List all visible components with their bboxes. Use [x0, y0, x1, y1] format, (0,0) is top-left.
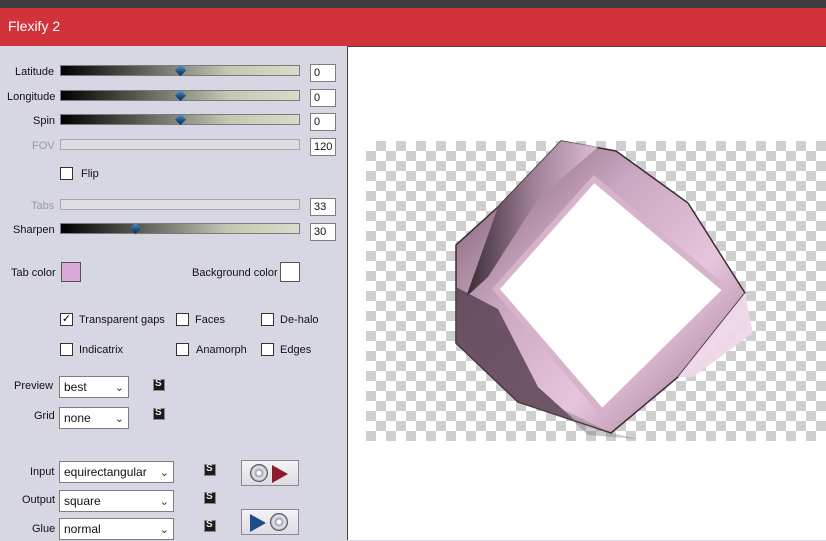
transparent-gaps-checkbox[interactable]: ✓	[60, 313, 73, 326]
input-select[interactable]: equirectangular ⌄	[59, 461, 174, 483]
anamorph-checkbox[interactable]	[176, 343, 189, 356]
latitude-slider-thumb[interactable]	[174, 64, 187, 77]
output-link-icon[interactable]	[204, 491, 216, 504]
glue-label: Glue	[32, 523, 56, 535]
indicatrix-checkbox[interactable]	[60, 343, 73, 356]
longitude-slider-thumb[interactable]	[174, 89, 187, 102]
de-halo-checkbox[interactable]	[261, 313, 274, 326]
play-arrow-icon	[250, 514, 266, 532]
preview-select[interactable]: best ⌄	[59, 376, 129, 398]
flip-label: Flip	[81, 168, 99, 180]
transparent-gaps-label: Transparent gaps	[79, 314, 165, 326]
edges-checkbox[interactable]	[261, 343, 274, 356]
tabs-slider[interactable]	[60, 199, 300, 210]
input-label: Input	[30, 466, 55, 478]
spin-value[interactable]: 0	[310, 113, 336, 131]
chevron-down-icon: ⌄	[114, 382, 124, 394]
window-title: Flexify 2	[8, 18, 61, 34]
input-select-value: equirectangular	[64, 465, 147, 479]
longitude-slider[interactable]	[60, 89, 300, 102]
latitude-label: Latitude	[15, 66, 55, 78]
fov-slider[interactable]	[60, 139, 300, 150]
sharpen-slider-thumb[interactable]	[129, 222, 142, 235]
de-halo-label: De-halo	[280, 314, 319, 326]
play-arrow-icon	[272, 465, 288, 483]
faces-label: Faces	[195, 314, 225, 326]
load-preset-button[interactable]	[241, 460, 299, 486]
indicatrix-label: Indicatrix	[79, 344, 124, 356]
edges-label: Edges	[280, 344, 312, 356]
latitude-slider[interactable]	[60, 64, 300, 77]
tab-color-label: Tab color	[11, 267, 56, 279]
tabs-value[interactable]: 33	[310, 198, 336, 216]
disc-icon	[270, 513, 288, 531]
longitude-label: Longitude	[7, 91, 56, 103]
grid-label: Grid	[34, 410, 55, 422]
anamorph-label: Anamorph	[196, 344, 247, 356]
grid-select[interactable]: none ⌄	[59, 407, 129, 429]
grid-link-icon[interactable]	[153, 407, 165, 420]
glue-select[interactable]: normal ⌄	[59, 518, 174, 540]
title-bar[interactable]: Flexify 2	[0, 8, 826, 46]
fov-value[interactable]: 120	[310, 138, 336, 156]
flip-checkbox[interactable]	[60, 167, 73, 180]
input-link-icon[interactable]	[204, 463, 216, 476]
latitude-value[interactable]: 0	[310, 64, 336, 82]
glue-link-icon[interactable]	[204, 519, 216, 532]
chevron-down-icon: ⌄	[114, 413, 124, 425]
spin-slider[interactable]	[60, 113, 300, 126]
preview-pane[interactable]	[347, 46, 826, 540]
output-label: Output	[22, 494, 56, 506]
window-top-strip	[0, 0, 826, 8]
chevron-down-icon: ⌄	[159, 496, 169, 508]
background-color-label: Background color	[192, 267, 278, 279]
sharpen-slider[interactable]	[60, 222, 300, 235]
longitude-value[interactable]: 0	[310, 89, 336, 107]
preview-select-value: best	[64, 380, 87, 394]
sharpen-label: Sharpen	[13, 224, 55, 236]
chevron-down-icon: ⌄	[159, 524, 169, 536]
spin-slider-thumb[interactable]	[174, 113, 187, 126]
glue-select-value: normal	[64, 522, 101, 536]
fov-label: FOV	[32, 140, 55, 152]
sharpen-value[interactable]: 30	[310, 223, 336, 241]
chevron-down-icon: ⌄	[159, 467, 169, 479]
grid-select-value: none	[64, 411, 91, 425]
spin-label: Spin	[33, 115, 56, 127]
tab-color-swatch[interactable]	[61, 262, 81, 282]
background-color-swatch[interactable]	[280, 262, 300, 282]
save-preset-button[interactable]	[241, 509, 299, 535]
preview-label: Preview	[14, 380, 54, 392]
output-select[interactable]: square ⌄	[59, 490, 174, 512]
output-select-value: square	[64, 494, 101, 508]
disc-icon	[250, 464, 268, 482]
faces-checkbox[interactable]	[176, 313, 189, 326]
preview-link-icon[interactable]	[153, 378, 165, 391]
tabs-label: Tabs	[31, 200, 55, 212]
preview-image	[455, 140, 753, 439]
